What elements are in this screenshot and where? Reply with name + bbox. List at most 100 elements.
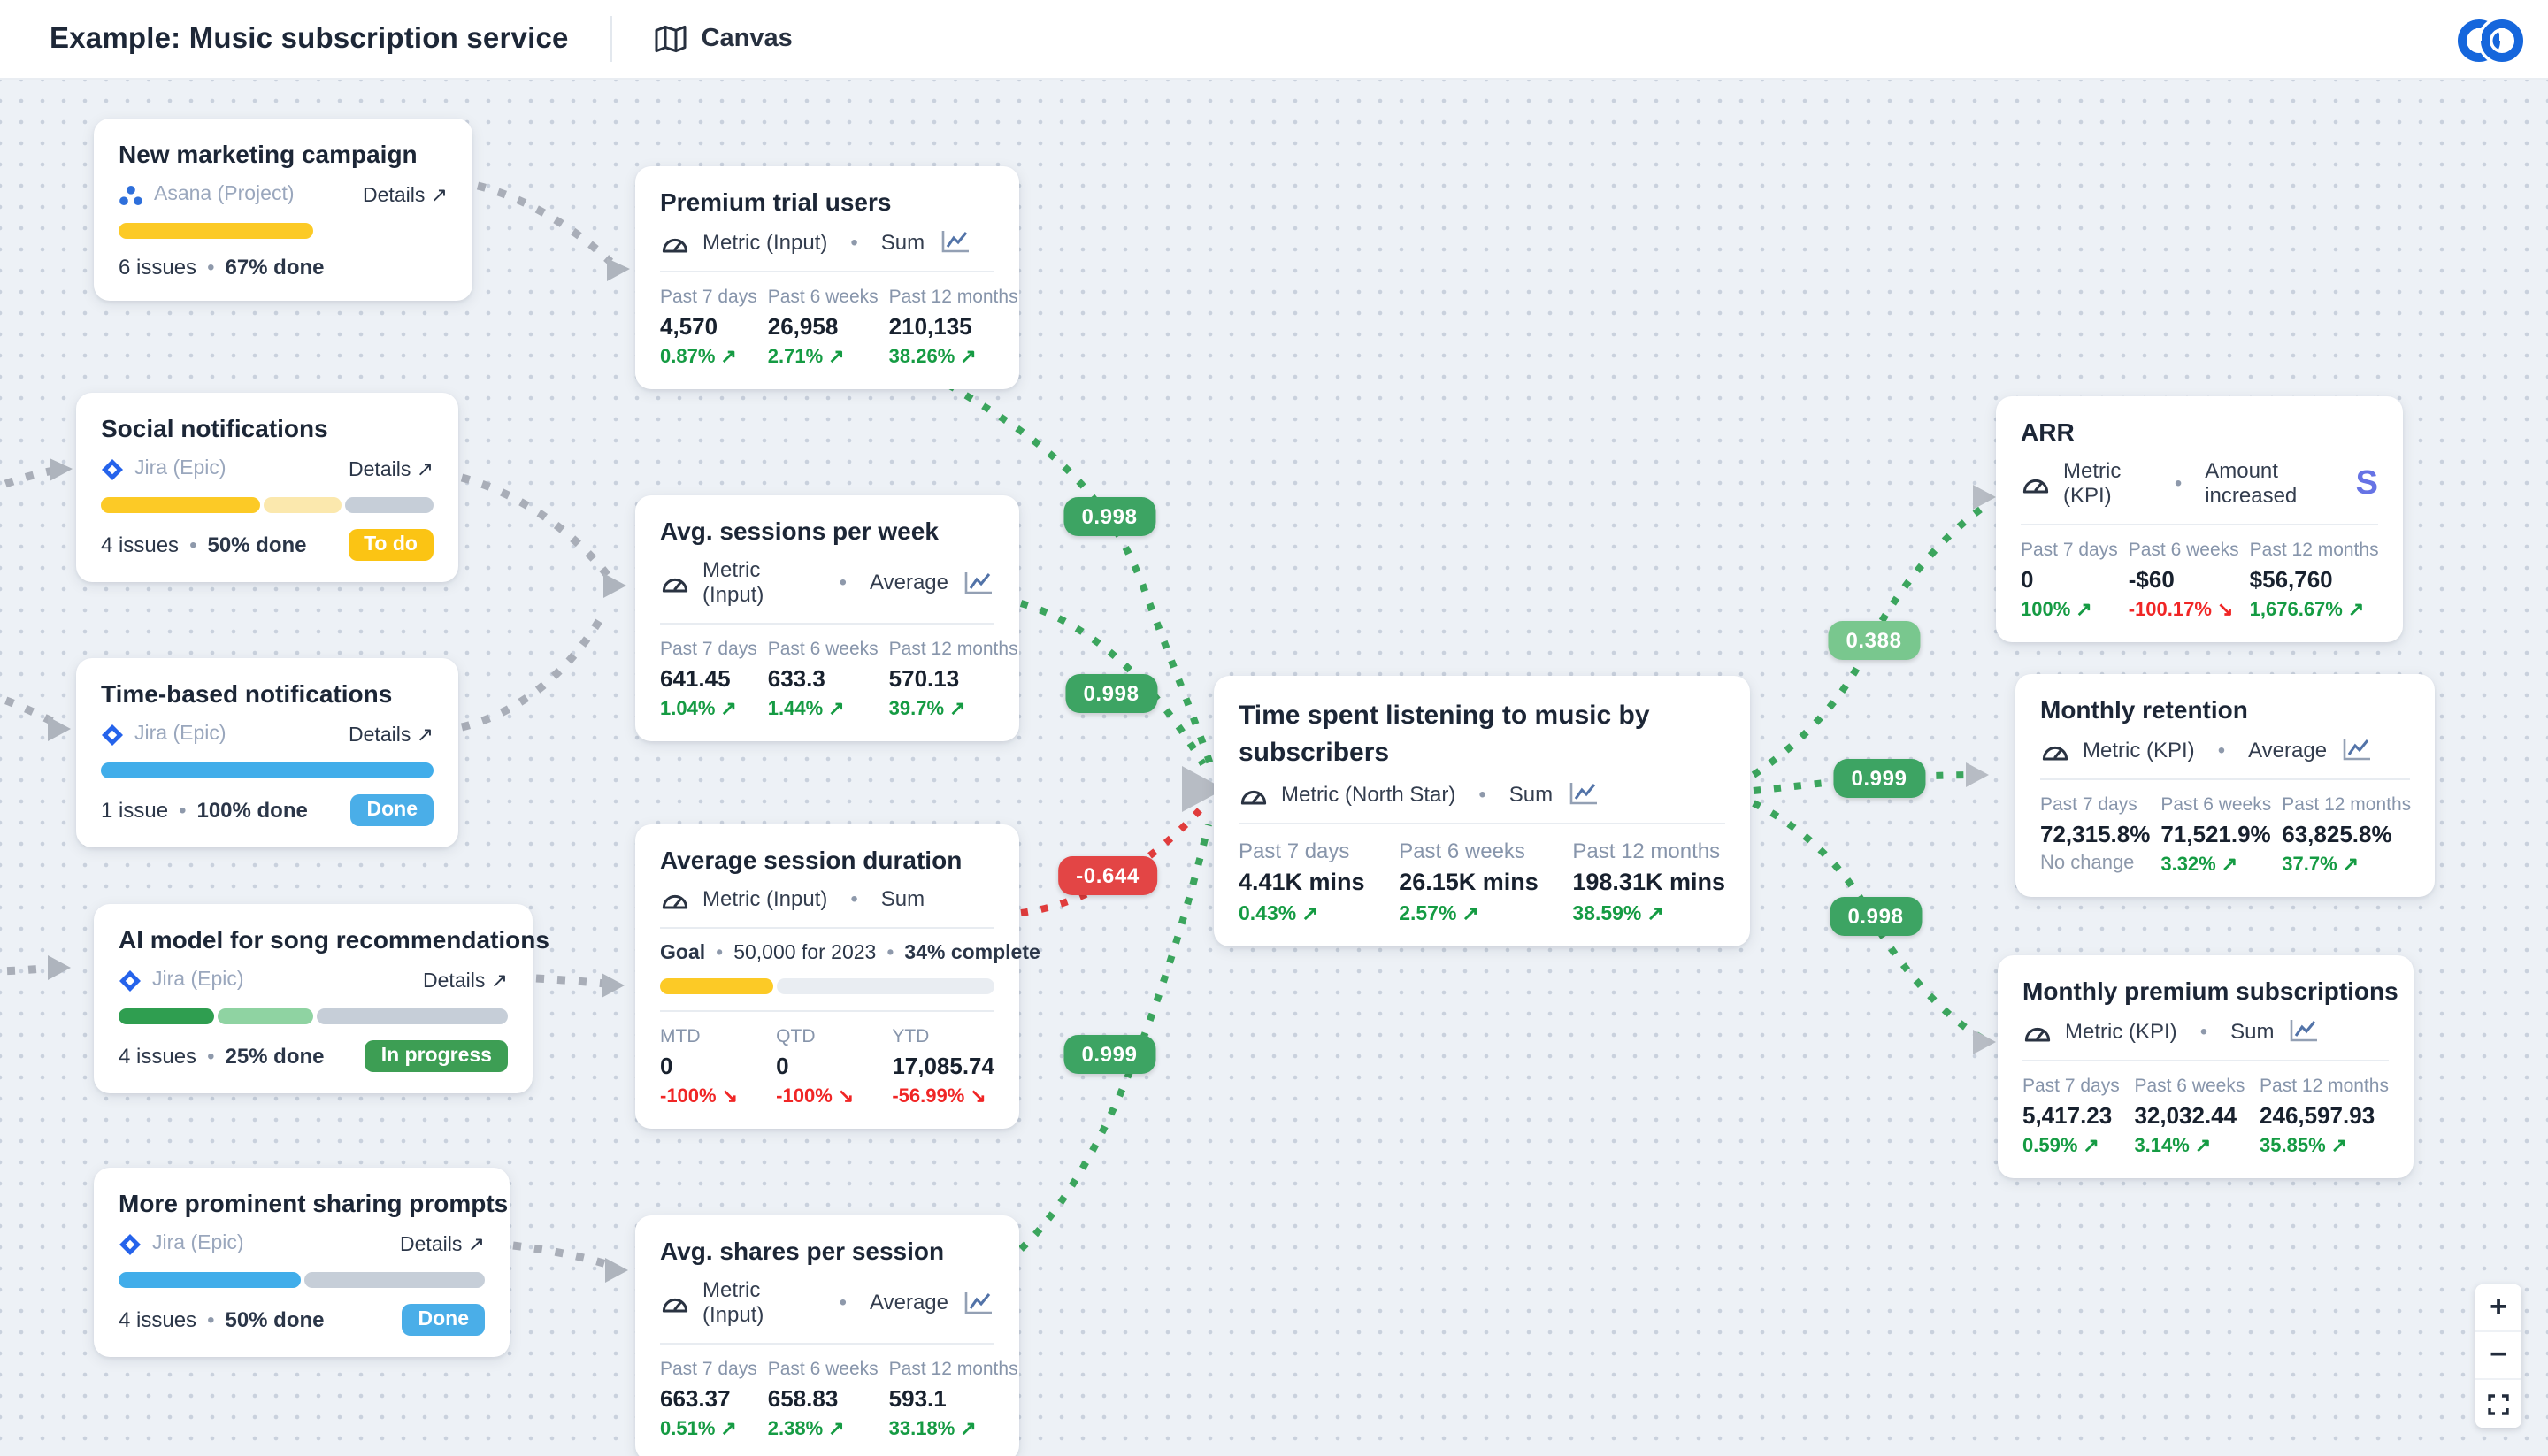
correlation-label: 0.388 [1828, 621, 1919, 660]
trend-arrow-icon: ↘ [2217, 600, 2233, 621]
metric-card-shares[interactable]: Avg. shares per sessionMetric (Input)•Av… [635, 1215, 1019, 1456]
issue-count: 6 issues [119, 255, 196, 280]
line-chart-icon [961, 569, 994, 595]
trend-arrow-icon: ↗ [828, 347, 844, 368]
trend-arrow-icon: ↘ [970, 1086, 986, 1107]
progress-segment [317, 1008, 508, 1024]
metric-aggregation: Amount increased [2205, 458, 2339, 508]
metric-title: ARR [2021, 418, 2378, 446]
metric-title: Monthly premium subscriptions [2022, 977, 2389, 1005]
metric-card-retention[interactable]: Monthly retentionMetric (KPI)•AveragePas… [2015, 674, 2435, 897]
done-percent: 25% done [225, 1044, 324, 1069]
trend-arrow-icon: ↗ [2083, 1136, 2099, 1157]
gauge-icon [2040, 737, 2070, 762]
jira-icon [101, 723, 124, 746]
work-card-title: More prominent sharing prompts [119, 1189, 485, 1217]
details-link[interactable]: Details ↗ [400, 1231, 485, 1256]
metric-card-sessions[interactable]: Avg. sessions per weekMetric (Input)•Ave… [635, 495, 1019, 741]
asana-icon [119, 183, 143, 206]
status-badge: To do [348, 529, 434, 561]
details-link[interactable]: Details ↗ [349, 456, 434, 481]
gauge-icon [2021, 471, 2051, 495]
zoom-out-button[interactable]: − [2475, 1332, 2521, 1380]
line-chart-icon [1565, 780, 1599, 807]
trend-arrow-icon: ↗ [1301, 904, 1318, 925]
details-link[interactable]: Details ↗ [423, 968, 508, 992]
progress-segment [119, 223, 312, 239]
progress-segment [101, 762, 434, 778]
metric-type: Metric (KPI) [2063, 458, 2152, 508]
stat-column: Past 12 months$56,7601,676.67%↗ [2250, 540, 2379, 621]
progress-bar [101, 762, 434, 778]
line-chart-icon [961, 1289, 994, 1315]
source-label: Jira (Epic) [152, 1233, 244, 1254]
separator-dot: • [840, 570, 847, 594]
separator-dot: • [207, 1307, 214, 1332]
work-card-title: AI model for song recommendations [119, 925, 508, 954]
correlation-label: 0.998 [1065, 674, 1156, 713]
divider [660, 1343, 994, 1345]
stat-column: MTD0-100%↘ [660, 1026, 738, 1107]
tab-canvas-label: Canvas [702, 25, 793, 53]
trend-arrow-icon: ↗ [2222, 854, 2237, 876]
work-card-title: New marketing campaign [119, 140, 448, 168]
issue-count: 4 issues [119, 1044, 196, 1069]
work-card-timebased[interactable]: Time-based notificationsJira (Epic)Detai… [76, 658, 458, 847]
metric-card-subs[interactable]: Monthly premium subscriptions Metric (KPI… [1998, 955, 2414, 1178]
fullscreen-icon [2488, 1393, 2509, 1414]
status-badge: Done [351, 794, 434, 826]
doubleloop-logo [2452, 9, 2527, 81]
separator-dot: • [2175, 471, 2182, 495]
work-card-sharing[interactable]: More prominent sharing prompts Jira (Epic… [94, 1168, 510, 1357]
work-card-ai[interactable]: AI model for song recommendationsJira (E… [94, 904, 533, 1093]
progress-segment [119, 1008, 214, 1024]
tab-canvas[interactable]: Canvas [656, 25, 793, 53]
work-card-social[interactable]: Social notificationsJira (Epic)Details ↗… [76, 393, 458, 582]
divider [660, 623, 994, 625]
metric-type: Metric (KPI) [2065, 1018, 2177, 1043]
metric-aggregation: Sum [2230, 1018, 2274, 1043]
fit-view-button[interactable] [2475, 1380, 2521, 1428]
metric-title: Monthly retention [2040, 695, 2410, 724]
progress-bar [119, 1272, 485, 1288]
details-link[interactable]: Details ↗ [349, 722, 434, 747]
app-stage: Example: Music subscription service Canv… [0, 0, 2548, 1456]
gauge-icon [660, 1290, 690, 1314]
separator-dot: • [850, 229, 857, 254]
stat-column: Past 12 months570.1339.7%↗ [889, 639, 1018, 720]
trend-arrow-icon: ↗ [2343, 854, 2359, 876]
stat-column: Past 12 months63,825.8%37.7%↗ [2282, 794, 2411, 876]
details-link[interactable]: Details ↗ [363, 182, 448, 207]
metric-title: Time spent listening to music by subscri… [1239, 697, 1725, 771]
stat-column: Past 7 days5,417.230.59%↗ [2022, 1076, 2120, 1157]
metric-card-duration[interactable]: Average session durationMetric (Input)•S… [635, 824, 1019, 1129]
trend-arrow-icon: ↗ [720, 1419, 736, 1440]
trend-arrow-icon: ↗ [1646, 904, 1663, 925]
map-icon [656, 25, 687, 53]
done-percent: 67% done [225, 255, 324, 280]
status-badge: Done [403, 1304, 486, 1336]
separator-dot: • [840, 1290, 847, 1314]
progress-bar [119, 1008, 508, 1024]
trend-arrow-icon: ↗ [828, 699, 844, 720]
progress-segment [264, 497, 342, 513]
stat-column: Past 7 days663.370.51%↗ [660, 1359, 757, 1440]
divider [660, 271, 994, 272]
divider [2022, 1060, 2389, 1061]
work-card-title: Social notifications [101, 414, 434, 442]
jira-icon [119, 969, 142, 992]
header-divider [611, 16, 613, 62]
trend-arrow-icon: ↗ [1462, 904, 1478, 925]
work-card-marketing[interactable]: New marketing campaignAsana (Project)Det… [94, 119, 472, 301]
metric-title: Premium trial users [660, 188, 994, 216]
metric-card-premium[interactable]: Premium trial usersMetric (Input)•SumPas… [635, 166, 1019, 389]
stripe-icon: S [2356, 466, 2378, 500]
zoom-in-button[interactable]: + [2475, 1284, 2521, 1332]
source-label: Jira (Epic) [134, 724, 226, 745]
metric-type: Metric (KPI) [2083, 737, 2195, 762]
metric-type: Metric (Input) [702, 557, 817, 607]
metric-card-arr[interactable]: ARRMetric (KPI)•Amount increasedSPast 7 … [1996, 396, 2403, 642]
stat-column: Past 6 weeks71,521.9%3.32%↗ [2160, 794, 2271, 876]
stat-column: Past 12 months210,13538.26%↗ [889, 287, 1018, 368]
metric-card-timespent[interactable]: Time spent listening to music by subscri… [1214, 676, 1750, 946]
